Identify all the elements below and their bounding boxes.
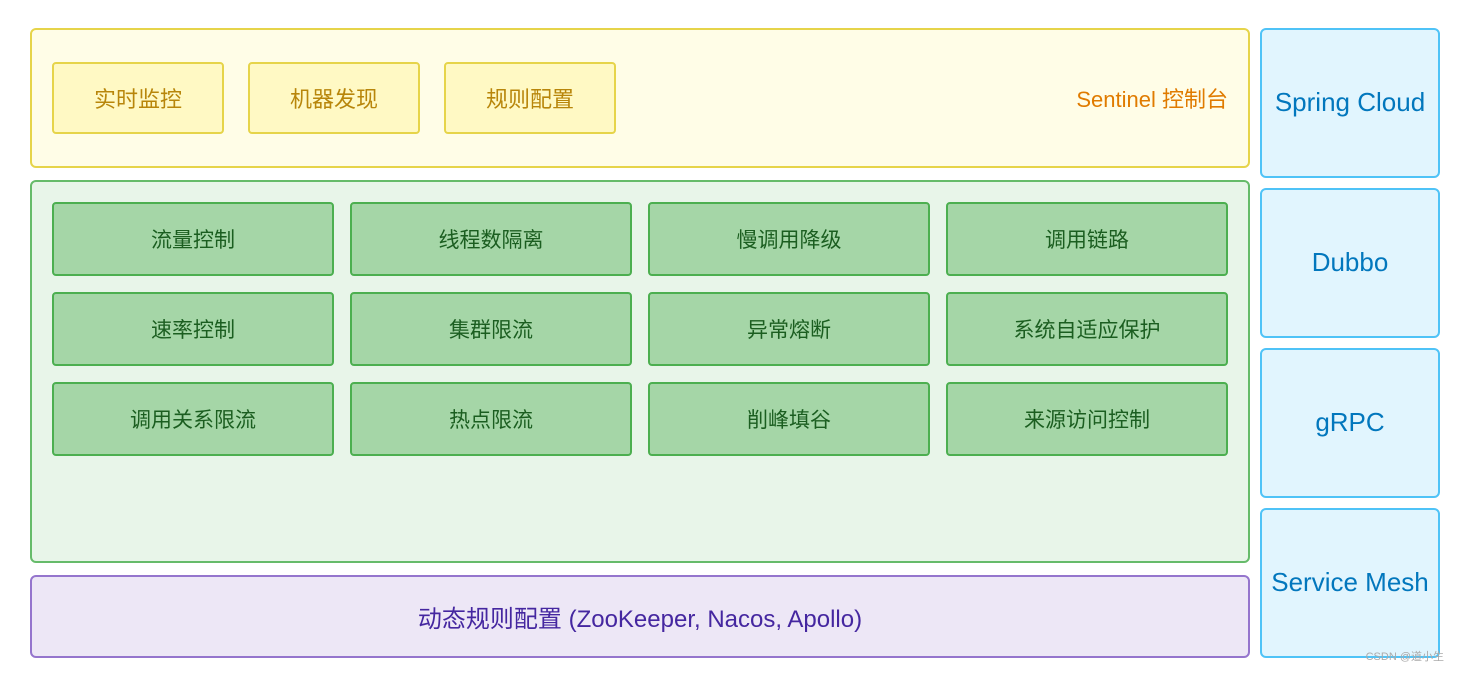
bottom-section: 动态规则配置 (ZooKeeper, Nacos, Apollo)	[30, 575, 1250, 658]
sentinel-box-discovery: 机器发现	[248, 62, 420, 134]
right-box-grpc: gRPC	[1260, 348, 1440, 498]
feature-hotspot-limit: 热点限流	[350, 382, 632, 456]
feature-call-chain: 调用链路	[946, 202, 1228, 276]
main-container: 实时监控 机器发现 规则配置 Sentinel 控制台 流量控制 线程数隔离 慢…	[20, 18, 1450, 668]
watermark: CSDN @道小生	[1366, 648, 1444, 664]
features-row-3: 调用关系限流 热点限流 削峰填谷 来源访问控制	[52, 382, 1228, 456]
feature-exception-break: 异常熔断	[648, 292, 930, 366]
sentinel-boxes: 实时监控 机器发现 规则配置	[52, 62, 1056, 134]
feature-relation-limit: 调用关系限流	[52, 382, 334, 456]
sentinel-box-config: 规则配置	[444, 62, 616, 134]
features-section: 流量控制 线程数隔离 慢调用降级 调用链路 速率控制 集群限流 异常熔断 系统自…	[30, 180, 1250, 563]
features-row-2: 速率控制 集群限流 异常熔断 系统自适应保护	[52, 292, 1228, 366]
sentinel-label: Sentinel 控制台	[1076, 82, 1228, 114]
feature-system-protect: 系统自适应保护	[946, 292, 1228, 366]
right-box-spring-cloud: Spring Cloud	[1260, 28, 1440, 178]
features-row-1: 流量控制 线程数隔离 慢调用降级 调用链路	[52, 202, 1228, 276]
right-box-dubbo: Dubbo	[1260, 188, 1440, 338]
feature-flow-control: 流量控制	[52, 202, 334, 276]
feature-thread-isolation: 线程数隔离	[350, 202, 632, 276]
right-box-service-mesh: Service Mesh	[1260, 508, 1440, 658]
feature-rate-control: 速率控制	[52, 292, 334, 366]
feature-cluster-limit: 集群限流	[350, 292, 632, 366]
sentinel-box-realtime: 实时监控	[52, 62, 224, 134]
feature-source-control: 来源访问控制	[946, 382, 1228, 456]
feature-slow-degrade: 慢调用降级	[648, 202, 930, 276]
left-panel: 实时监控 机器发现 规则配置 Sentinel 控制台 流量控制 线程数隔离 慢…	[30, 28, 1250, 658]
feature-peak-clipping: 削峰填谷	[648, 382, 930, 456]
sentinel-section: 实时监控 机器发现 规则配置 Sentinel 控制台	[30, 28, 1250, 168]
right-panel: Spring Cloud Dubbo gRPC Service Mesh	[1260, 28, 1440, 658]
